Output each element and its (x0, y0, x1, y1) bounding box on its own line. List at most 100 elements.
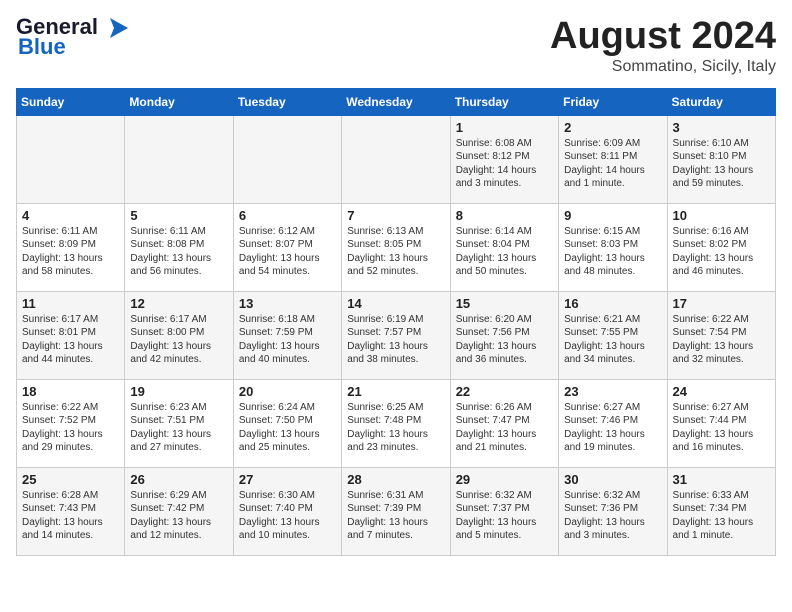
week-row-4: 18 Sunrise: 6:22 AM Sunset: 7:52 PM Dayli… (17, 379, 776, 467)
day-info: Sunrise: 6:09 AM Sunset: 8:11 PM Dayligh… (564, 137, 661, 191)
calendar-body: 1Sunrise: 6:08 AM Sunset: 8:12 PM Daylig… (17, 115, 776, 555)
day-info: Sunrise: 6:32 AM Sunset: 7:36 PM Dayligh… (564, 489, 661, 543)
calendar-cell: 18 Sunrise: 6:22 AM Sunset: 7:52 PM Dayli… (17, 379, 125, 467)
day-info: Sunrise: 6:30 AM Sunset: 7:40 PM Dayligh… (239, 489, 336, 543)
day-info: Sunrise: 6:17 AM Sunset: 8:00 PM Dayligh… (130, 313, 227, 367)
week-row-3: 11Sunrise: 6:17 AM Sunset: 8:01 PM Dayli… (17, 291, 776, 379)
day-info: Sunrise: 6:33 AM Sunset: 7:34 PM Dayligh… (673, 489, 770, 543)
calendar-cell: 5 Sunrise: 6:11 AM Sunset: 8:08 PM Daylig… (125, 203, 233, 291)
calendar-cell (125, 115, 233, 203)
logo-arrow-icon (100, 18, 128, 38)
calendar-cell (17, 115, 125, 203)
day-number: 18 (22, 384, 119, 399)
day-number: 17 (673, 296, 770, 311)
day-number: 13 (239, 296, 336, 311)
calendar-cell: 19Sunrise: 6:23 AM Sunset: 7:51 PM Dayli… (125, 379, 233, 467)
day-number: 2 (564, 120, 661, 135)
calendar-cell: 24 Sunrise: 6:27 AM Sunset: 7:44 PM Dayli… (667, 379, 775, 467)
calendar-cell: 16 Sunrise: 6:21 AM Sunset: 7:55 PM Dayli… (559, 291, 667, 379)
title-block: August 2024 Sommatino, Sicily, Italy (550, 16, 776, 76)
day-number: 19 (130, 384, 227, 399)
day-info: Sunrise: 6:15 AM Sunset: 8:03 PM Dayligh… (564, 225, 661, 279)
calendar-cell: 25Sunrise: 6:28 AM Sunset: 7:43 PM Dayli… (17, 467, 125, 555)
day-info: Sunrise: 6:26 AM Sunset: 7:47 PM Dayligh… (456, 401, 553, 455)
calendar-cell: 12 Sunrise: 6:17 AM Sunset: 8:00 PM Dayli… (125, 291, 233, 379)
calendar-cell: 9 Sunrise: 6:15 AM Sunset: 8:03 PM Daylig… (559, 203, 667, 291)
day-info: Sunrise: 6:08 AM Sunset: 8:12 PM Dayligh… (456, 137, 553, 191)
calendar-cell: 17 Sunrise: 6:22 AM Sunset: 7:54 PM Dayli… (667, 291, 775, 379)
day-number: 24 (673, 384, 770, 399)
calendar-cell: 26 Sunrise: 6:29 AM Sunset: 7:42 PM Dayli… (125, 467, 233, 555)
day-info: Sunrise: 6:32 AM Sunset: 7:37 PM Dayligh… (456, 489, 553, 543)
calendar-cell: 8Sunrise: 6:14 AM Sunset: 8:04 PM Daylig… (450, 203, 558, 291)
day-info: Sunrise: 6:24 AM Sunset: 7:50 PM Dayligh… (239, 401, 336, 455)
day-info: Sunrise: 6:22 AM Sunset: 7:52 PM Dayligh… (22, 401, 119, 455)
day-info: Sunrise: 6:19 AM Sunset: 7:57 PM Dayligh… (347, 313, 444, 367)
calendar-table: SundayMondayTuesdayWednesdayThursdayFrid… (16, 88, 776, 556)
day-info: Sunrise: 6:22 AM Sunset: 7:54 PM Dayligh… (673, 313, 770, 367)
calendar-cell: 20 Sunrise: 6:24 AM Sunset: 7:50 PM Dayli… (233, 379, 341, 467)
day-number: 29 (456, 472, 553, 487)
calendar-header: SundayMondayTuesdayWednesdayThursdayFrid… (17, 88, 776, 115)
day-number: 26 (130, 472, 227, 487)
calendar-cell: 31 Sunrise: 6:33 AM Sunset: 7:34 PM Dayli… (667, 467, 775, 555)
day-info: Sunrise: 6:28 AM Sunset: 7:43 PM Dayligh… (22, 489, 119, 543)
day-number: 23 (564, 384, 661, 399)
calendar-cell: 21 Sunrise: 6:25 AM Sunset: 7:48 PM Dayli… (342, 379, 450, 467)
day-info: Sunrise: 6:11 AM Sunset: 8:09 PM Dayligh… (22, 225, 119, 279)
day-number: 16 (564, 296, 661, 311)
week-row-5: 25Sunrise: 6:28 AM Sunset: 7:43 PM Dayli… (17, 467, 776, 555)
day-number: 12 (130, 296, 227, 311)
day-number: 21 (347, 384, 444, 399)
day-info: Sunrise: 6:31 AM Sunset: 7:39 PM Dayligh… (347, 489, 444, 543)
calendar-cell (233, 115, 341, 203)
calendar-cell: 3Sunrise: 6:10 AM Sunset: 8:10 PM Daylig… (667, 115, 775, 203)
logo: General Blue (16, 16, 128, 60)
weekday-header-saturday: Saturday (667, 88, 775, 115)
day-number: 20 (239, 384, 336, 399)
weekday-header-wednesday: Wednesday (342, 88, 450, 115)
day-info: Sunrise: 6:18 AM Sunset: 7:59 PM Dayligh… (239, 313, 336, 367)
day-number: 27 (239, 472, 336, 487)
day-number: 30 (564, 472, 661, 487)
calendar-cell: 29 Sunrise: 6:32 AM Sunset: 7:37 PM Dayli… (450, 467, 558, 555)
calendar-cell: 2 Sunrise: 6:09 AM Sunset: 8:11 PM Daylig… (559, 115, 667, 203)
day-info: Sunrise: 6:29 AM Sunset: 7:42 PM Dayligh… (130, 489, 227, 543)
calendar-cell: 15 Sunrise: 6:20 AM Sunset: 7:56 PM Dayli… (450, 291, 558, 379)
weekday-header-row: SundayMondayTuesdayWednesdayThursdayFrid… (17, 88, 776, 115)
day-info: Sunrise: 6:25 AM Sunset: 7:48 PM Dayligh… (347, 401, 444, 455)
day-number: 11 (22, 296, 119, 311)
calendar-cell: 6Sunrise: 6:12 AM Sunset: 8:07 PM Daylig… (233, 203, 341, 291)
week-row-1: 1Sunrise: 6:08 AM Sunset: 8:12 PM Daylig… (17, 115, 776, 203)
day-number: 10 (673, 208, 770, 223)
calendar-cell: 30 Sunrise: 6:32 AM Sunset: 7:36 PM Dayli… (559, 467, 667, 555)
day-number: 7 (347, 208, 444, 223)
day-info: Sunrise: 6:16 AM Sunset: 8:02 PM Dayligh… (673, 225, 770, 279)
calendar-cell (342, 115, 450, 203)
calendar-cell: 14Sunrise: 6:19 AM Sunset: 7:57 PM Dayli… (342, 291, 450, 379)
day-info: Sunrise: 6:14 AM Sunset: 8:04 PM Dayligh… (456, 225, 553, 279)
calendar-cell: 23Sunrise: 6:27 AM Sunset: 7:46 PM Dayli… (559, 379, 667, 467)
weekday-header-thursday: Thursday (450, 88, 558, 115)
weekday-header-tuesday: Tuesday (233, 88, 341, 115)
day-info: Sunrise: 6:10 AM Sunset: 8:10 PM Dayligh… (673, 137, 770, 191)
page-header: General Blue August 2024 Sommatino, Sici… (16, 16, 776, 76)
calendar-cell: 27 Sunrise: 6:30 AM Sunset: 7:40 PM Dayli… (233, 467, 341, 555)
day-number: 22 (456, 384, 553, 399)
day-number: 9 (564, 208, 661, 223)
calendar-cell: 13 Sunrise: 6:18 AM Sunset: 7:59 PM Dayli… (233, 291, 341, 379)
day-number: 5 (130, 208, 227, 223)
day-info: Sunrise: 6:27 AM Sunset: 7:44 PM Dayligh… (673, 401, 770, 455)
day-number: 28 (347, 472, 444, 487)
day-number: 15 (456, 296, 553, 311)
weekday-header-friday: Friday (559, 88, 667, 115)
day-info: Sunrise: 6:20 AM Sunset: 7:56 PM Dayligh… (456, 313, 553, 367)
day-number: 31 (673, 472, 770, 487)
day-info: Sunrise: 6:11 AM Sunset: 8:08 PM Dayligh… (130, 225, 227, 279)
calendar-cell: 28 Sunrise: 6:31 AM Sunset: 7:39 PM Dayli… (342, 467, 450, 555)
calendar-cell: 7Sunrise: 6:13 AM Sunset: 8:05 PM Daylig… (342, 203, 450, 291)
month-title: August 2024 (550, 16, 776, 58)
day-number: 4 (22, 208, 119, 223)
calendar-cell: 10 Sunrise: 6:16 AM Sunset: 8:02 PM Dayli… (667, 203, 775, 291)
day-info: Sunrise: 6:21 AM Sunset: 7:55 PM Dayligh… (564, 313, 661, 367)
